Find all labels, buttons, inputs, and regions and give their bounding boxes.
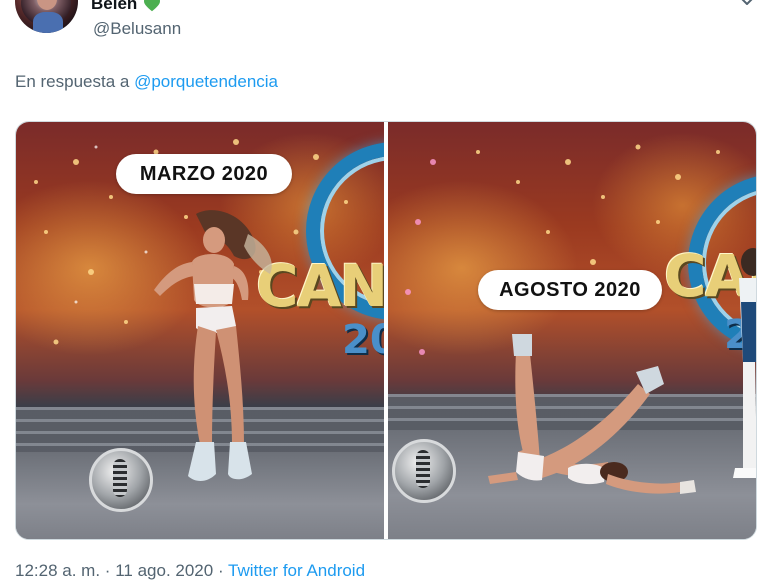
reply-context: En respuesta a @porquetendencia [15,72,278,92]
author-avatar[interactable] [15,0,78,33]
male-dancer-figure [733,248,756,478]
media-panel-left[interactable]: CANT 20 MARZO 2020 [16,122,384,539]
channel-watermark-icon [89,448,153,512]
meta-separator: · [104,561,111,580]
chevron-down-icon[interactable] [738,0,756,10]
tweet-source-link[interactable]: Twitter for Android [228,561,365,580]
caption-march: MARZO 2020 [116,154,292,194]
tweet-date[interactable]: 11 ago. 2020 [115,561,213,580]
tweet-metadata: 12:28 a. m. · 11 ago. 2020 · Twitter for… [15,560,365,582]
media-panel-right[interactable]: CANT 20 AGOSTO 2020 [388,122,756,539]
dancer-standing-figure [154,210,272,481]
tweet-time[interactable]: 12:28 a. m. [15,561,100,580]
author-handle[interactable]: @Belusann [93,19,181,39]
meta-separator: · [217,561,224,580]
dancer-fallen-figure [488,334,696,494]
green-heart-icon [144,0,161,12]
channel-watermark-icon [392,439,456,503]
author-name-row[interactable]: Belen [91,0,161,14]
reply-mention-link[interactable]: @porquetendencia [134,72,278,91]
author-display-name[interactable]: Belen [91,0,137,14]
caption-august: AGOSTO 2020 [478,270,662,310]
reply-prefix: En respuesta a [15,72,130,91]
tweet-media[interactable]: CANT 20 MARZO 2020 [15,121,757,540]
show-logo-year: 20 [342,317,384,363]
